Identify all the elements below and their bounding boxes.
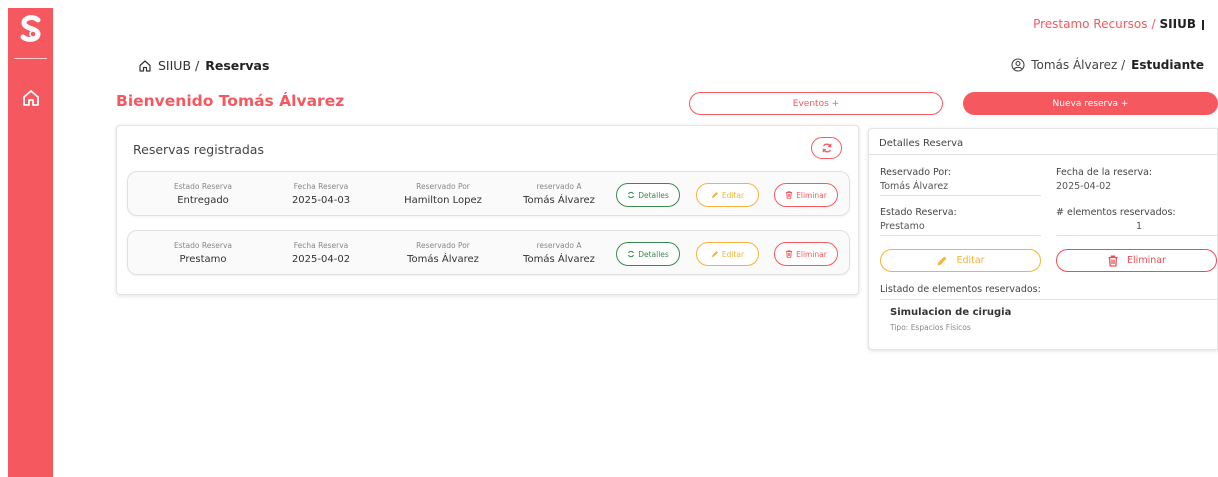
- listado-label: Listado de elementos reservados:: [880, 284, 1041, 295]
- estado-col: Estado Reserva Entregado: [148, 172, 258, 215]
- welcome-title: Bienvenido Tomás Álvarez: [116, 92, 345, 110]
- eventos-button[interactable]: Eventos +: [689, 92, 943, 115]
- detalle-eliminar-button[interactable]: Eliminar: [1056, 249, 1217, 272]
- editar-button[interactable]: Editar: [696, 183, 759, 207]
- user-info: Tomás Álvarez / Estudiante: [1011, 58, 1204, 72]
- por-value: Hamilton Lopez: [404, 194, 482, 206]
- breadcrumb-current: Reservas: [205, 58, 270, 73]
- detalles-title: Detalles Reserva: [879, 138, 964, 149]
- estado-label: Estado Reserva: [173, 240, 233, 250]
- estado-reserva-value: Prestamo: [880, 221, 925, 232]
- home-icon[interactable]: [21, 88, 41, 108]
- text-cursor: [1202, 20, 1204, 30]
- detalle-eliminar-label: Eliminar: [1127, 255, 1166, 266]
- sidebar: [8, 8, 53, 477]
- por-label: Reservado Por: [416, 240, 470, 250]
- fecha-col: Fecha Reserva 2025-04-02: [266, 231, 376, 274]
- fecha-value: 2025-04-03: [291, 194, 351, 206]
- reservado-por-value: Tomás Álvarez: [880, 181, 949, 192]
- app-logo-icon[interactable]: [8, 12, 53, 46]
- user-role: Estudiante: [1131, 58, 1204, 72]
- sidebar-divider: [14, 58, 47, 59]
- refresh-icon: [628, 191, 635, 199]
- user-name: Tomás Álvarez /: [1031, 58, 1126, 72]
- trash-icon: [1108, 255, 1118, 267]
- reservas-card: Reservas registradas Estado Reserva Entr…: [116, 125, 859, 295]
- a-col: reservado A Tomás Álvarez: [504, 172, 614, 215]
- elementos-label: # elementos reservados:: [1056, 207, 1176, 218]
- por-col: Reservado Por Tomás Álvarez: [384, 231, 502, 274]
- reserva-row: Estado Reserva Entregado Fecha Reserva 2…: [127, 171, 850, 216]
- editar-label: Editar: [721, 190, 745, 200]
- pencil-icon: [711, 251, 718, 257]
- fecha-reserva-label: Fecha de la reserva:: [1056, 167, 1153, 178]
- breadcrumb-root[interactable]: SIIUB /: [158, 58, 199, 73]
- nueva-reserva-button[interactable]: Nueva reserva +: [963, 92, 1218, 115]
- detalles-reserva-panel: Detalles Reserva Reservado Por: Tomás Ál…: [868, 128, 1218, 350]
- home-icon[interactable]: [138, 59, 152, 73]
- estado-value: Entregado: [177, 194, 229, 206]
- por-value: Tomás Álvarez: [407, 253, 479, 265]
- estado-value: Prestamo: [179, 253, 227, 265]
- detalle-editar-button[interactable]: Editar: [880, 249, 1041, 272]
- por-label: Reservado Por: [416, 181, 470, 191]
- detalles-button[interactable]: Detalles: [616, 242, 680, 266]
- fecha-reserva-value: 2025-04-02: [1056, 181, 1112, 192]
- listado-divider: [880, 299, 1218, 300]
- breadcrumb: SIIUB / Reservas: [138, 58, 269, 73]
- pencil-icon: [711, 192, 718, 198]
- fecha-value: 2025-04-02: [291, 253, 351, 265]
- detalles-button[interactable]: Detalles: [616, 183, 680, 207]
- elementos-field: # elementos reservados: 1: [1056, 207, 1218, 236]
- estado-reserva-field: Estado Reserva: Prestamo: [880, 207, 1041, 236]
- refresh-icon: [822, 143, 831, 153]
- editar-label: Editar: [721, 249, 745, 259]
- fecha-label: Fecha Reserva: [293, 181, 349, 191]
- field-underline: [1056, 235, 1218, 236]
- reservado-por-label: Reservado Por:: [880, 167, 952, 178]
- app-name[interactable]: Prestamo Recursos: [1033, 17, 1147, 31]
- a-label: reservado A: [536, 240, 582, 250]
- trash-icon: [786, 250, 793, 258]
- estado-label: Estado Reserva: [173, 181, 233, 191]
- estado-reserva-label: Estado Reserva:: [880, 207, 957, 218]
- fecha-col: Fecha Reserva 2025-04-03: [266, 172, 376, 215]
- estado-col: Estado Reserva Prestamo: [148, 231, 258, 274]
- elemento-name: Simulacion de cirugia: [890, 307, 1012, 318]
- a-value: Tomás Álvarez: [523, 194, 595, 206]
- fecha-reserva-field: Fecha de la reserva: 2025-04-02: [1056, 167, 1218, 192]
- a-col: reservado A Tomás Álvarez: [504, 231, 614, 274]
- elementos-value: 1: [1136, 221, 1143, 232]
- app-root: SIIUB: [1159, 17, 1196, 31]
- a-value: Tomás Álvarez: [523, 253, 595, 265]
- eliminar-button[interactable]: Eliminar: [774, 183, 838, 207]
- detalles-label: Detalles: [638, 249, 669, 259]
- eliminar-label: Eliminar: [796, 249, 827, 259]
- user-circle-icon[interactable]: [1011, 58, 1025, 72]
- fecha-label: Fecha Reserva: [293, 240, 349, 250]
- pencil-icon: [937, 256, 947, 265]
- detalles-label: Detalles: [638, 190, 669, 200]
- por-col: Reservado Por Hamilton Lopez: [384, 172, 502, 215]
- detalle-editar-label: Editar: [956, 255, 985, 266]
- editar-button[interactable]: Editar: [696, 242, 759, 266]
- a-label: reservado A: [536, 181, 582, 191]
- panel-divider: [869, 154, 1218, 155]
- reservado-por-field: Reservado Por: Tomás Álvarez: [880, 167, 1041, 196]
- app-header-breadcrumb: Prestamo Recursos / SIIUB: [1033, 17, 1204, 31]
- field-underline: [880, 235, 1041, 236]
- field-underline: [880, 195, 1041, 196]
- reservas-title: Reservas registradas: [133, 142, 264, 157]
- eliminar-button[interactable]: Eliminar: [774, 242, 838, 266]
- reserva-row: Estado Reserva Prestamo Fecha Reserva 20…: [127, 230, 850, 275]
- elemento-type: Tipo: Espacios Físicos: [890, 323, 971, 332]
- app-separator: /: [1151, 17, 1156, 31]
- eliminar-label: Eliminar: [796, 190, 827, 200]
- trash-icon: [786, 191, 793, 199]
- refresh-icon: [628, 250, 635, 258]
- refresh-button[interactable]: [811, 137, 842, 159]
